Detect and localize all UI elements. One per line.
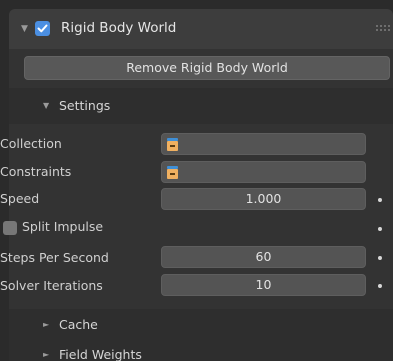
collection-field[interactable] [161,133,366,155]
drag-grip-icon[interactable] [376,25,390,31]
split-impulse-checkbox[interactable] [3,221,17,235]
steps-per-second-label: Steps Per Second [0,250,109,265]
settings-subpanel-header[interactable]: ▼ Settings [9,88,393,124]
collection-icon [167,166,178,179]
panel-title: Rigid Body World [61,20,177,36]
keyframe-dot-icon[interactable] [378,256,382,260]
collection-label: Collection [0,136,62,151]
field-weights-subpanel-header[interactable]: ► Field Weights [9,341,393,361]
steps-per-second-field[interactable]: 60 [161,246,366,268]
collapsed-arrow-icon[interactable]: ► [43,320,49,329]
collection-icon [167,138,178,151]
speed-label: Speed [0,191,40,206]
split-impulse-label: Split Impulse [22,219,104,234]
expand-arrow-icon[interactable]: ▼ [43,101,49,110]
rigid-body-world-panel-header[interactable]: ▼ Rigid Body World [9,9,393,49]
collapsed-arrow-icon[interactable]: ► [43,350,49,359]
cache-subpanel-header[interactable]: ► Cache [9,309,393,341]
solver-iterations-field[interactable]: 10 [161,274,366,296]
field-weights-title: Field Weights [59,347,142,361]
keyframe-dot-icon[interactable] [378,227,382,231]
enable-checkbox[interactable] [35,21,50,36]
settings-title: Settings [59,98,111,113]
keyframe-dot-icon[interactable] [378,284,382,288]
solver-iterations-label: Solver Iterations [0,278,103,293]
cache-title: Cache [59,317,98,332]
checkmark-icon [37,24,48,33]
remove-rigid-body-world-button[interactable]: Remove Rigid Body World [24,56,390,80]
constraints-label: Constraints [0,164,72,179]
speed-field[interactable]: 1.000 [161,188,366,210]
constraints-field[interactable] [161,161,366,183]
expand-arrow-icon[interactable]: ▼ [21,24,28,34]
keyframe-dot-icon[interactable] [378,198,382,202]
